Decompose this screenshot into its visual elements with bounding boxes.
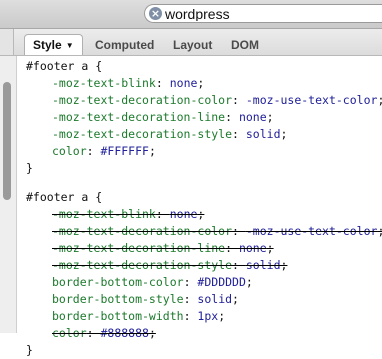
chevron-down-icon: ▼ [65,41,74,50]
declaration[interactable]: -moz-text-blink: none; [26,75,382,92]
property-value: none [238,241,267,255]
tab-style-label: Style [33,38,62,52]
rule-close: } [26,343,33,357]
declaration[interactable]: -moz-text-decoration-line: none; [26,109,382,126]
property-name: border-bottom-style [52,292,184,306]
property-value: none [238,110,267,124]
property-name: color [52,326,87,340]
tab-layout[interactable]: Layout [173,34,212,55]
property-name: -moz-text-decoration-line [52,241,226,255]
property-value: solid [245,127,281,141]
rule-close: } [26,161,33,175]
property-name: -moz-text-decoration-color [52,224,233,238]
property-value: none [169,207,198,221]
declaration[interactable]: -moz-text-decoration-style: solid; [26,126,382,143]
declaration[interactable]: color: #FFFFFF; [26,143,382,160]
rule-selector: #footer a { [26,59,103,73]
property-name: border-bottom-color [52,275,184,289]
declaration[interactable]: border-bottom-style: solid; [26,291,382,308]
property-value: #DDDDDD [197,275,246,289]
property-name: -moz-text-blink [52,207,156,221]
property-value: #888888 [100,326,149,340]
property-name: -moz-text-decoration-color [52,93,233,107]
tab-dom[interactable]: DOM [231,34,259,55]
property-value: -moz-use-text-color [245,93,378,107]
property-name: border-bottom-width [52,309,184,323]
property-value: -moz-use-text-color [245,224,378,238]
property-name: -moz-text-decoration-style [52,127,233,141]
property-value: none [169,76,198,90]
declaration-overridden[interactable]: color: #888888; [26,325,382,342]
property-name: color [52,144,87,158]
search-input[interactable] [165,6,365,21]
declaration-overridden[interactable]: -moz-text-decoration-line: none; [26,240,382,257]
declaration-overridden[interactable]: -moz-text-blink: none; [26,206,382,223]
property-name: -moz-text-decoration-style [52,258,233,272]
tab-computed[interactable]: Computed [95,34,154,55]
tab-scroll-stub [0,29,14,55]
clear-search-icon[interactable]: × [149,7,162,20]
search-field[interactable]: × [144,4,382,23]
property-name: -moz-text-decoration-line [52,110,226,124]
property-value: 1px [197,309,219,323]
style-rules: #footer a { -moz-text-blink: none; -moz-… [26,58,382,359]
declaration[interactable]: -moz-text-decoration-color: -moz-use-tex… [26,92,382,109]
property-value: solid [245,258,281,272]
tab-style[interactable]: Style ▼ [24,34,83,55]
declaration[interactable]: border-bottom-color: #DDDDDD; [26,274,382,291]
vertical-scrollbar[interactable] [0,56,17,333]
declaration-overridden[interactable]: -moz-text-decoration-color: -moz-use-tex… [26,223,382,240]
property-value: #FFFFFF [100,144,149,158]
declaration-overridden[interactable]: -moz-text-decoration-style: solid; [26,257,382,274]
property-name: -moz-text-blink [52,76,156,90]
property-value: solid [197,292,233,306]
panel-tabs: Style ▼ Computed Layout DOM [0,29,382,56]
scrollbar-thumb[interactable] [3,82,11,200]
top-toolbar: × [0,0,382,29]
rule-selector: #footer a { [26,190,103,204]
declaration[interactable]: border-bottom-width: 1px; [26,308,382,325]
